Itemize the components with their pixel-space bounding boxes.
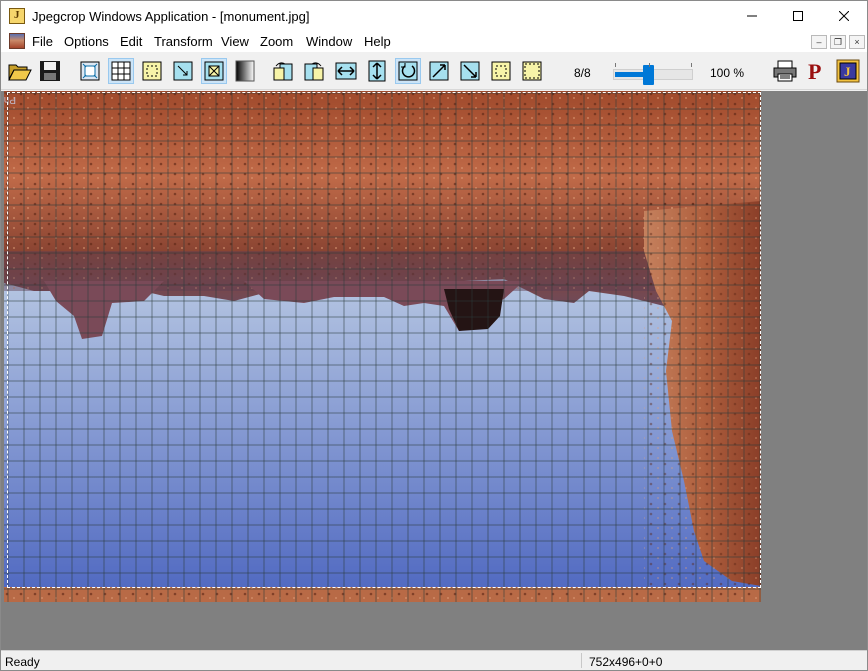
menu-zoom[interactable]: Zoom: [260, 34, 293, 49]
crop-select-icon: [142, 61, 162, 81]
menu-options[interactable]: Options: [64, 34, 109, 49]
slider-tick: [691, 63, 692, 67]
crop-selection-rect[interactable]: [7, 92, 761, 588]
slider-tick: [615, 63, 616, 67]
crop-extend-button[interactable]: [519, 58, 545, 84]
grid-icon: [111, 61, 131, 81]
status-divider: [581, 653, 582, 668]
slider-tick: [649, 63, 650, 67]
rotate-left-button[interactable]: [270, 58, 296, 84]
open-button[interactable]: [7, 58, 33, 84]
close-icon: [839, 11, 849, 21]
menu-file[interactable]: File: [32, 34, 53, 49]
floppy-disk-icon: [40, 61, 60, 81]
crop-trim-button[interactable]: [488, 58, 514, 84]
flip-horizontal-button[interactable]: [333, 58, 359, 84]
minimize-button[interactable]: [729, 1, 775, 31]
title-bar[interactable]: Jpegcrop Windows Application - [monument…: [1, 1, 867, 31]
menu-bar: File Options Edit Transform View Zoom Wi…: [1, 31, 867, 52]
grid-button[interactable]: [108, 58, 134, 84]
status-bar: Ready 752x496+0+0: [1, 650, 867, 670]
crop-select-button[interactable]: [139, 58, 165, 84]
folder-open-icon: [8, 64, 32, 81]
status-geometry: 752x496+0+0: [589, 655, 663, 669]
crop-resize-icon: [173, 61, 193, 81]
status-text: Ready: [5, 655, 40, 669]
save-button[interactable]: [37, 58, 63, 84]
transverse-icon: [460, 61, 480, 81]
flip-vertical-icon: [368, 60, 386, 82]
transverse-button[interactable]: [457, 58, 483, 84]
monument-image[interactable]: Photo Mind Scans: [4, 91, 761, 602]
rotate-180-icon: [398, 61, 418, 81]
crop-trim-icon: [491, 61, 511, 81]
image-client-area[interactable]: Photo Mind Scans: [1, 91, 867, 650]
grayscale-button[interactable]: [232, 58, 258, 84]
flip-vertical-button[interactable]: [364, 58, 390, 84]
print-button[interactable]: [772, 58, 798, 84]
crop-resize-button[interactable]: [170, 58, 196, 84]
rotate-left-icon: [273, 62, 293, 81]
document-image-icon[interactable]: [9, 33, 25, 49]
p-letter-icon: P: [808, 60, 821, 82]
fit-window-icon: [80, 61, 100, 81]
svg-text:P: P: [808, 60, 821, 82]
crop-extend-icon: [522, 61, 542, 81]
jpeg-info-icon: J: [836, 59, 860, 83]
printer-icon: [773, 60, 797, 82]
zoom-percent-label: 100 %: [710, 66, 745, 80]
p-button[interactable]: P: [803, 58, 829, 84]
maximize-icon: [793, 11, 803, 21]
auto-crop-icon: [204, 61, 224, 81]
close-button[interactable]: [821, 1, 867, 31]
rotate-right-icon: [304, 62, 324, 81]
app-window: Jpegcrop Windows Application - [monument…: [0, 0, 868, 671]
auto-crop-button[interactable]: [201, 58, 227, 84]
mdi-close-icon[interactable]: ×: [849, 35, 865, 49]
zoom-level-label: 8/8: [574, 66, 591, 80]
transpose-button[interactable]: [426, 58, 452, 84]
grayscale-icon: [235, 60, 255, 82]
menu-view[interactable]: View: [221, 34, 249, 49]
toolbar: 8/8 100 % P J: [1, 53, 867, 90]
svg-text:J: J: [844, 64, 851, 79]
menu-edit[interactable]: Edit: [120, 34, 142, 49]
window-title: Jpegcrop Windows Application - [monument…: [32, 9, 310, 24]
jpeg-info-button[interactable]: J: [835, 58, 861, 84]
mdi-restore-icon[interactable]: ❐: [830, 35, 846, 49]
menu-window[interactable]: Window: [306, 34, 352, 49]
rotate-right-button[interactable]: [301, 58, 327, 84]
minimize-icon: [747, 15, 757, 17]
maximize-button[interactable]: [775, 1, 821, 31]
menu-transform[interactable]: Transform: [154, 34, 213, 49]
fit-window-button[interactable]: [77, 58, 103, 84]
flip-horizontal-icon: [335, 62, 357, 80]
transpose-icon: [429, 61, 449, 81]
zoom-slider-thumb[interactable]: [643, 65, 655, 85]
mdi-minimize-icon[interactable]: –: [811, 35, 827, 49]
menu-help[interactable]: Help: [364, 34, 391, 49]
jpegcrop-app-icon[interactable]: [9, 8, 25, 24]
rotate-180-button[interactable]: [395, 58, 421, 84]
